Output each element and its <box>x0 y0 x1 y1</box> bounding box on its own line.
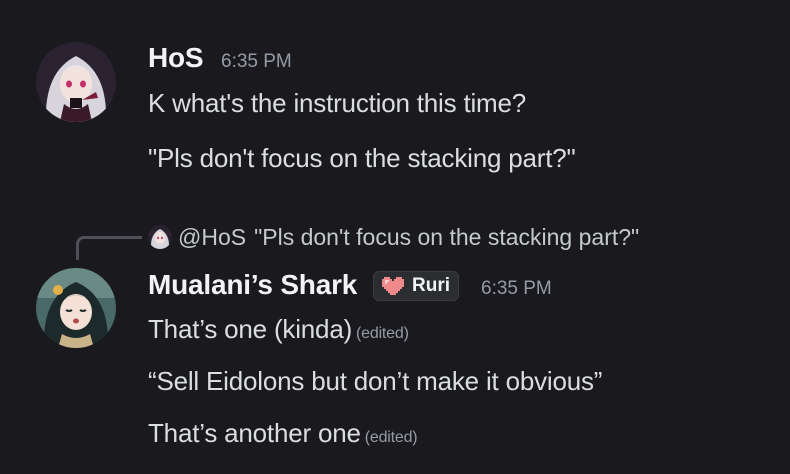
avatar[interactable] <box>36 42 116 122</box>
reply-text: "Pls don't focus on the stacking part?" <box>254 223 640 250</box>
message-text: That’s one (kinda) (edited) <box>148 314 409 344</box>
reply-preview[interactable]: @HoS "Pls don't focus on the stacking pa… <box>148 222 639 252</box>
edited-label: (edited) <box>364 429 418 446</box>
username[interactable]: Mualani’s Shark <box>148 269 357 301</box>
message-text: “Sell Eidolons but don’t make it obvious… <box>148 366 603 396</box>
message-text: That’s another one (edited) <box>148 418 418 448</box>
anime-avatar-white-hair-icon <box>148 225 172 249</box>
message-text: "Pls don't focus on the stacking part?" <box>148 143 576 173</box>
message-text: K what's the instruction this time? <box>148 88 527 118</box>
timestamp[interactable]: 6:35 PM <box>221 51 292 73</box>
edited-label: (edited) <box>356 325 409 342</box>
timestamp[interactable]: 6:35 PM <box>481 278 552 300</box>
server-tag-label: Ruri <box>412 275 450 296</box>
anime-avatar-dark-hair-icon <box>36 268 116 348</box>
reply-avatar <box>148 225 172 249</box>
server-tag-badge[interactable]: Ruri <box>373 271 459 301</box>
avatar[interactable] <box>36 268 116 348</box>
reply-mention[interactable]: @HoS <box>178 224 246 251</box>
anime-avatar-white-hair-icon <box>36 42 116 122</box>
reply-connector <box>76 236 142 260</box>
pixel-heart-icon <box>382 277 404 295</box>
username[interactable]: HoS <box>148 42 204 74</box>
